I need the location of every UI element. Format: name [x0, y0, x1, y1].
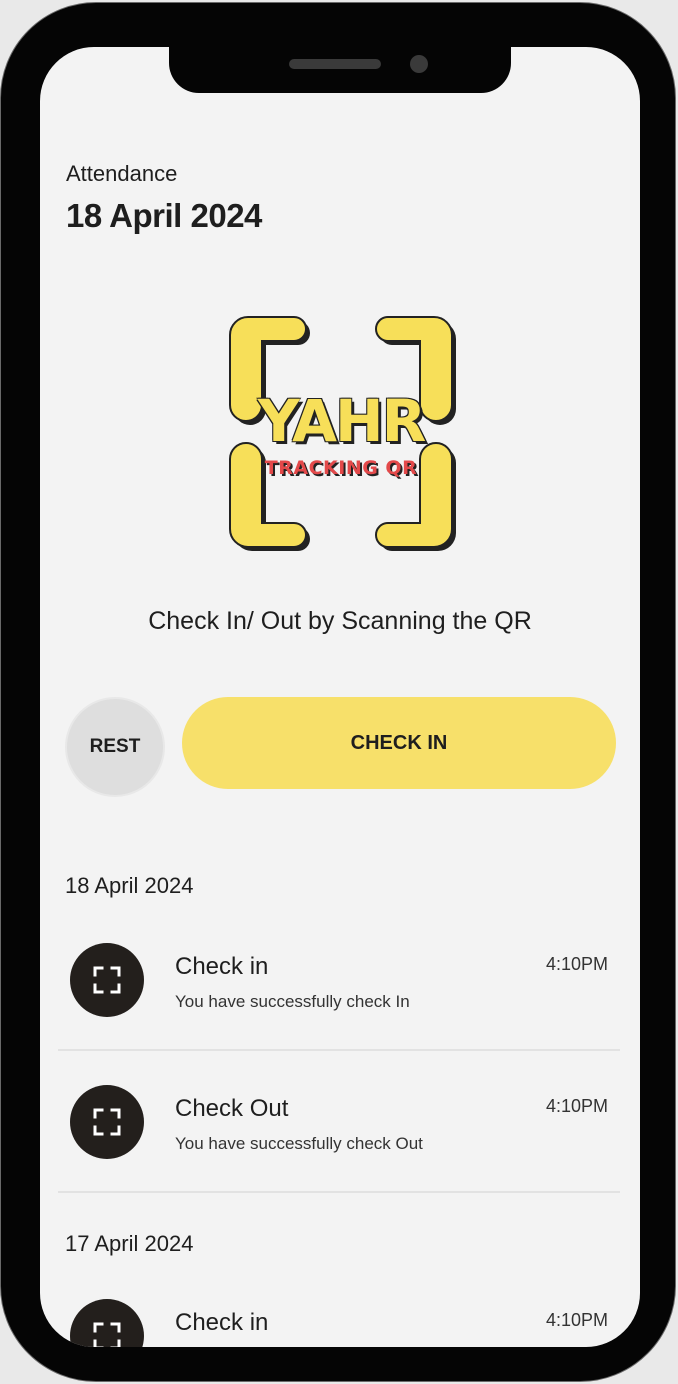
divider: [58, 1191, 620, 1193]
scan-icon: [70, 943, 144, 1017]
entry-title: Check in: [175, 953, 269, 980]
phone-frame: Attendance 18 April 2024 YAHR TRACKING Q: [0, 2, 676, 1382]
attendance-date: 18 April 2024: [66, 197, 262, 234]
attendance-label: Attendance: [66, 161, 178, 186]
phone-notch: [169, 45, 511, 93]
entry-title: Check Out: [175, 1095, 289, 1122]
entry-subtitle: You have successfully check In: [175, 992, 410, 1011]
entry-subtitle: You have successfully check Out: [175, 1134, 423, 1153]
history-entry[interactable]: Check in 4:10PM: [58, 1265, 620, 1347]
speaker-grille: [289, 59, 381, 69]
scan-icon: [70, 1299, 144, 1347]
history-date-header: 17 April 2024: [65, 1231, 194, 1256]
entry-title: Check in: [175, 1309, 269, 1336]
scan-icon: [70, 1085, 144, 1159]
yahr-qr-logo: YAHR TRACKING QR: [218, 309, 464, 555]
app-screen: Attendance 18 April 2024 YAHR TRACKING Q: [40, 47, 640, 1347]
entry-time: 4:10PM: [545, 954, 608, 974]
front-camera-icon: [410, 55, 428, 73]
entry-time: 4:10PM: [545, 1096, 608, 1116]
logo-subtitle: TRACKING QR: [264, 457, 418, 479]
history-entry[interactable]: Check in You have successfully check In …: [58, 909, 620, 1051]
scan-instruction: Check In/ Out by Scanning the QR: [148, 607, 532, 635]
history-entry[interactable]: Check Out You have successfully check Ou…: [58, 1051, 620, 1193]
history-date-header: 18 April 2024: [65, 873, 194, 898]
logo-title: YAHR: [257, 387, 427, 455]
entry-time: 4:10PM: [545, 1310, 608, 1330]
rest-button[interactable]: REST: [65, 697, 165, 797]
check-in-button[interactable]: CHECK IN: [182, 697, 616, 789]
